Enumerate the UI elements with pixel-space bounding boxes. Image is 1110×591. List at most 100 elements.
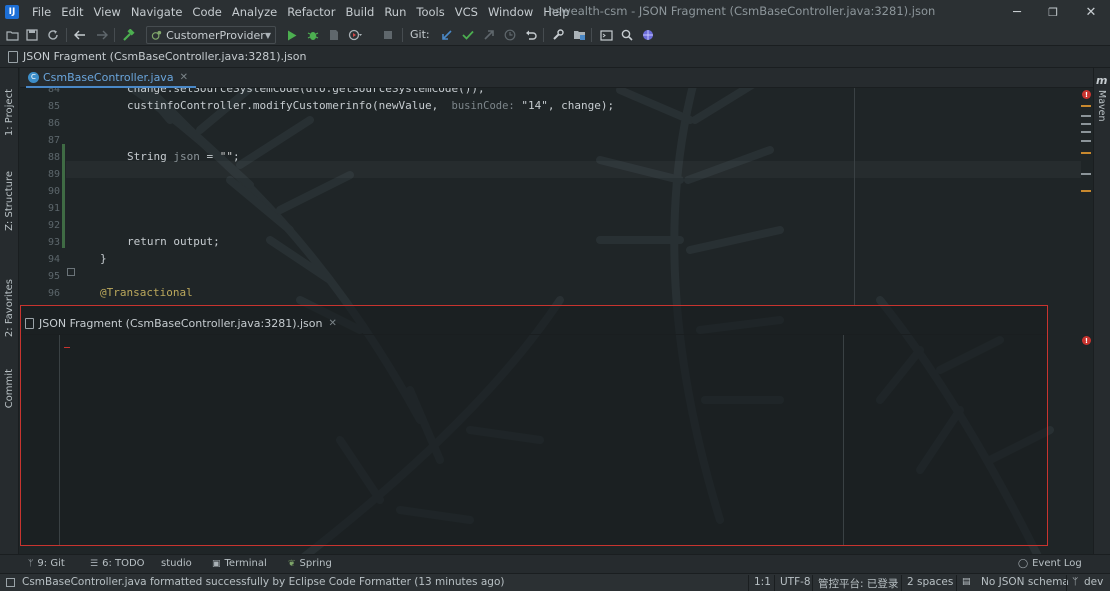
menu-bar: IJ File Edit View Navigate Code Analyze … (0, 0, 1110, 24)
json-schema-selector[interactable]: No JSON schema (981, 576, 1069, 588)
editor-tab-csmbasecontroller[interactable]: C CsmBaseController.java ✕ (26, 68, 196, 88)
history-clock-icon[interactable] (502, 27, 518, 43)
minimize-button[interactable]: ─ (1004, 2, 1030, 22)
menu-view[interactable]: View (89, 5, 126, 19)
caret-position[interactable]: 1:1 (754, 576, 771, 588)
tool-tab-todo[interactable]: ☰ 6: TODO (90, 558, 145, 569)
fold-marker-icon[interactable] (67, 268, 75, 276)
fragment-tab[interactable]: JSON Fragment (CsmBaseController.java:32… (25, 314, 337, 332)
tool-tab-spring[interactable]: ❦ Spring (288, 558, 332, 569)
platform-login-status[interactable]: 管控平台: 已登录 (818, 576, 898, 591)
fragment-error-indicator-icon[interactable]: ! (1082, 336, 1091, 345)
code-token: businCode: (451, 100, 515, 112)
line-number: 88 (47, 152, 60, 163)
menu-vcs[interactable]: VCS (450, 5, 483, 19)
stop-icon[interactable] (380, 27, 396, 43)
debug-bug-icon[interactable] (305, 27, 321, 43)
tool-tab-git-label: 9: Git (37, 558, 65, 569)
maven-icon[interactable]: m (1096, 74, 1107, 87)
git-push-icon[interactable] (481, 27, 497, 43)
right-tool-strip: m Maven (1093, 68, 1110, 554)
project-structure-icon[interactable] (571, 27, 587, 43)
indent-setting[interactable]: 2 spaces (907, 576, 953, 588)
file-icon (8, 50, 18, 63)
tool-tab-studio-label: studio (161, 558, 192, 569)
tool-tab-todo-label: 6: TODO (102, 558, 145, 569)
line-number: 89 (47, 169, 60, 180)
tool-tab-maven[interactable]: Maven (1096, 90, 1107, 122)
menu-tools[interactable]: Tools (411, 5, 449, 19)
back-arrow-icon[interactable] (72, 27, 88, 43)
close-tab-icon[interactable]: ✕ (180, 72, 188, 83)
menu-refactor[interactable]: Refactor (282, 5, 340, 19)
coverage-icon[interactable] (326, 27, 342, 43)
profile-icon[interactable] (347, 27, 363, 43)
tool-tab-project-label: 1: Project (4, 89, 15, 137)
plugin-globe-icon[interactable] (640, 27, 656, 43)
menu-code[interactable]: Code (187, 5, 226, 19)
tool-tab-commit[interactable]: Commit (1, 364, 18, 414)
menu-build[interactable]: Build (340, 5, 379, 19)
tool-tab-project[interactable]: 1: Project (1, 74, 18, 152)
save-icon[interactable] (24, 27, 40, 43)
build-hammer-icon[interactable] (120, 27, 136, 43)
line-number: 95 (47, 271, 60, 282)
line-number: 93 (47, 237, 60, 248)
menu-window[interactable]: Window (483, 5, 538, 19)
main-toolbar: CustomerProvider ▼ Git: (0, 24, 1110, 46)
code-line: change.setSourceSystemCode(dto.getSource… (127, 88, 485, 95)
tool-tab-git[interactable]: ᛘ 9: Git (28, 558, 65, 569)
menu-run[interactable]: Run (379, 5, 411, 19)
git-update-icon[interactable] (439, 27, 455, 43)
git-commit-check-icon[interactable] (460, 27, 476, 43)
line-number: 84 (47, 88, 60, 95)
tool-tab-terminal-label: Terminal (224, 558, 267, 569)
git-branch-name[interactable]: dev (1084, 576, 1103, 588)
code-editor[interactable]: 84 change.setSourceSystemCode(dto.getSour… (20, 88, 1093, 306)
chevron-down-icon: ▼ (264, 30, 271, 40)
code-token: custinfoController.modifyCustomerinfo(ne… (127, 99, 452, 112)
code-token: ; (232, 150, 240, 163)
caret-row-highlight (66, 161, 1081, 178)
editor-tab-bar: C CsmBaseController.java ✕ (20, 68, 1093, 88)
close-button[interactable]: ✕ (1078, 2, 1104, 22)
settings-wrench-icon[interactable] (550, 27, 566, 43)
error-indicator-icon[interactable]: ! (1082, 90, 1091, 99)
left-tool-strip: 1: Project Z: Structure 2: Favorites Com… (0, 68, 19, 554)
rollback-icon[interactable] (523, 27, 539, 43)
tool-tab-event-log[interactable]: ◯ Event Log (1018, 558, 1082, 569)
tool-tab-favorites-label: 2: Favorites (4, 278, 15, 338)
tool-tab-structure-label: Z: Structure (4, 171, 15, 231)
tool-tab-favorites[interactable]: 2: Favorites (1, 265, 18, 351)
tool-tab-terminal[interactable]: ▣ Terminal (212, 558, 267, 569)
forward-arrow-icon[interactable] (94, 27, 110, 43)
run-icon[interactable] (284, 27, 300, 43)
search-icon[interactable] (619, 27, 635, 43)
code-line: custinfoController.modifyCustomerinfo(ne… (127, 99, 614, 112)
code-line: } (100, 252, 107, 265)
menu-analyze[interactable]: Analyze (227, 5, 282, 19)
restore-button[interactable]: ❐ (1040, 2, 1066, 22)
tool-tab-structure[interactable]: Z: Structure (1, 163, 18, 239)
run-configuration-dropdown[interactable]: CustomerProvider ▼ (146, 26, 276, 44)
app-logo-icon[interactable]: IJ (5, 5, 19, 19)
fragment-margin-guide (843, 335, 844, 545)
breadcrumb: JSON Fragment (CsmBaseController.java:32… (0, 46, 1110, 68)
sync-icon[interactable] (45, 27, 61, 43)
menu-file[interactable]: File (27, 5, 56, 19)
line-number: 87 (47, 135, 60, 146)
menu-navigate[interactable]: Navigate (126, 5, 188, 19)
breadcrumb-file[interactable]: JSON Fragment (CsmBaseController.java:32… (23, 50, 306, 63)
code-token: output (173, 235, 214, 248)
open-folder-icon[interactable] (4, 27, 20, 43)
tool-tab-studio[interactable]: studio (161, 558, 192, 569)
menu-edit[interactable]: Edit (56, 5, 88, 19)
terminal-window-icon[interactable] (598, 27, 614, 43)
window-title: hswealth-csm - JSON Fragment (CsmBaseCon… (548, 4, 936, 18)
line-number: 91 (47, 203, 60, 214)
file-encoding[interactable]: UTF-8 (780, 576, 811, 588)
json-fragment-editor[interactable]: JSON Fragment (CsmBaseController.java:32… (20, 305, 1048, 546)
close-fragment-tab-icon[interactable]: ✕ (328, 318, 336, 329)
code-line: return output; (127, 235, 220, 248)
status-message[interactable]: CsmBaseController.java formatted success… (22, 576, 504, 588)
